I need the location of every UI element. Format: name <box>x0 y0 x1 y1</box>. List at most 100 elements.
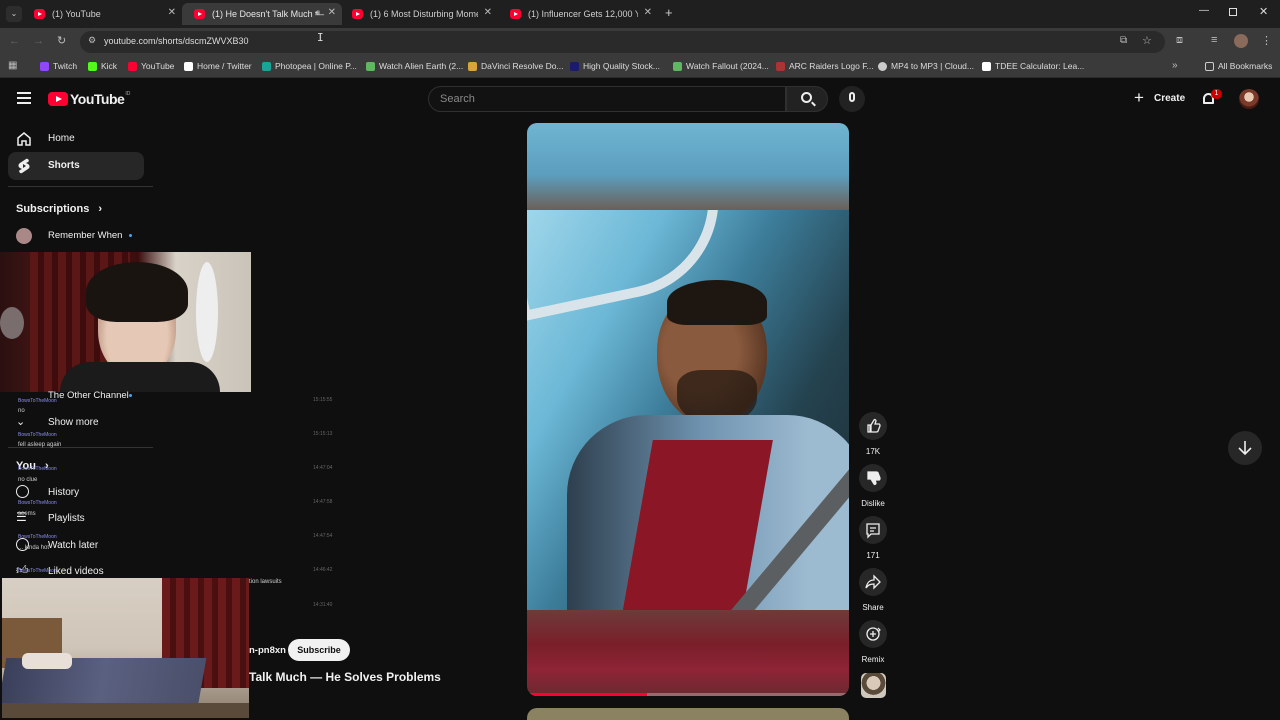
bookmark-davinci[interactable]: DaVinci Resolve Do... <box>468 61 564 71</box>
share-button[interactable] <box>859 568 887 596</box>
thumbs-down-icon <box>867 471 881 486</box>
media-controls-icon[interactable]: ≡ <box>1211 34 1217 46</box>
bookmarks-bar: ▦ Twitch Kick YouTube Home / Twitter Pho… <box>0 56 1280 78</box>
sidebar-item-home[interactable]: Home <box>8 125 144 153</box>
install-app-icon[interactable]: ⧉ <box>1120 35 1127 46</box>
create-button[interactable]: + Create <box>1128 87 1190 111</box>
bookmark-alien-earth[interactable]: Watch Alien Earth (2... <box>366 61 463 71</box>
all-bookmarks[interactable]: All Bookmarks <box>1205 61 1272 71</box>
bookmark-star-icon[interactable]: ☆ <box>1142 34 1152 47</box>
folder-icon <box>1205 61 1214 71</box>
notifications-button[interactable]: 1 <box>1200 89 1222 109</box>
window-close-icon[interactable]: ✕ <box>1259 5 1268 18</box>
speaker-icon[interactable]: 🔊︎ <box>315 8 320 18</box>
sidebar-item-label: Watch later <box>48 540 99 551</box>
video-blur-bottom <box>527 610 849 696</box>
chat-username: BowsToTheMoon <box>18 432 57 438</box>
close-icon[interactable]: ✕ <box>168 7 176 18</box>
short-title[interactable]: Talk Much — He Solves Problems <box>249 670 441 684</box>
search-input[interactable]: Search <box>428 86 786 112</box>
menu-kebab-icon[interactable]: ⋮ <box>1261 34 1272 47</box>
bookmark-label: Twitch <box>53 61 78 71</box>
bookmark-mp4[interactable]: MP4 to MP3 | Cloud... <box>878 61 974 71</box>
pillow <box>22 653 72 669</box>
floor <box>2 703 249 718</box>
search-placeholder: Search <box>440 93 475 105</box>
sidebar-item-shorts[interactable]: Shorts <box>8 152 144 180</box>
dislike-button[interactable] <box>859 464 887 492</box>
like-button[interactable] <box>859 412 887 440</box>
account-avatar[interactable] <box>1239 89 1259 109</box>
chat-username: BowsToTheMoon <box>18 534 57 540</box>
hamburger-menu-icon[interactable] <box>17 92 31 104</box>
like-count: 17K <box>865 447 881 456</box>
history-icon <box>16 485 29 498</box>
subscriptions-heading[interactable]: Subscriptions › <box>16 203 102 215</box>
dislike-label: Dislike <box>861 499 885 508</box>
close-icon[interactable]: ✕ <box>484 7 492 18</box>
apps-grid-icon[interactable]: ▦ <box>8 60 17 71</box>
video-progress-fill <box>527 693 647 696</box>
profile-avatar-icon[interactable] <box>1234 34 1248 48</box>
bookmark-arc-raiders[interactable]: ARC Raiders Logo F... <box>776 61 874 71</box>
restore-icon[interactable] <box>1229 8 1237 16</box>
short-channel-name[interactable]: n-pn8xn <box>249 645 286 656</box>
forward-icon[interactable]: → <box>33 35 44 47</box>
chat-message: tion lawsuits <box>249 579 282 585</box>
tab-youtube-home[interactable]: (1) YouTube ✕ <box>22 3 182 25</box>
remix-label: Remix <box>861 655 885 664</box>
sidebar-item-label: Show more <box>48 417 99 428</box>
back-icon[interactable]: ← <box>9 35 20 47</box>
tab-current-video[interactable]: (1) He Doesn't Talk Much — 🔊︎ ✕ <box>182 3 342 25</box>
tab-search-icon[interactable]: ⌄ <box>6 6 22 22</box>
site-info-icon[interactable]: ⚙ <box>88 35 96 46</box>
subscriptions-label: Subscriptions <box>16 203 90 215</box>
comment-count: 171 <box>866 551 880 560</box>
sidebar-item-playlists[interactable]: ☰ Playlists <box>8 505 144 533</box>
tdee-icon <box>982 61 991 71</box>
home-icon <box>16 131 32 147</box>
bookmark-fallout[interactable]: Watch Fallout (2024... <box>673 61 769 71</box>
bookmark-kick[interactable]: Kick <box>88 61 117 71</box>
address-bar[interactable]: ⚙ youtube.com/shorts/dscmZWVXB30 ⧉ ☆ <box>80 31 1165 53</box>
next-short-preview[interactable] <box>527 708 849 720</box>
bookmark-photopea[interactable]: Photopea | Online P... <box>262 61 357 71</box>
tab-title: (1) Influencer Gets 12,000 Years <box>528 9 638 19</box>
short-video-player[interactable] <box>527 123 849 696</box>
text-cursor-icon: I <box>317 31 324 44</box>
remix-button[interactable] <box>859 620 887 648</box>
bookmark-label: ARC Raiders Logo F... <box>789 61 874 71</box>
search-button[interactable] <box>786 86 828 112</box>
tab-disturbing-moments[interactable]: (1) 6 Most Disturbing Moments ✕ <box>340 3 498 25</box>
youtube-logo[interactable]: YouTube ID <box>48 91 130 107</box>
close-icon[interactable]: ✕ <box>644 7 652 18</box>
youtube-favicon-icon <box>352 9 363 19</box>
bookmark-youtube[interactable]: YouTube <box>128 61 174 71</box>
x-icon <box>184 61 193 71</box>
minimize-icon[interactable]: — <box>1199 5 1209 16</box>
share-icon <box>865 574 881 590</box>
bookmark-tdee[interactable]: TDEE Calculator: Lea... <box>982 61 1084 71</box>
reload-icon[interactable]: ↻ <box>57 34 66 47</box>
chat-timestamp: 14:31:40 <box>313 602 333 608</box>
man-hair <box>667 280 767 325</box>
subscribe-button[interactable]: Subscribe <box>288 639 350 661</box>
bookmark-twitch[interactable]: Twitch <box>40 61 77 71</box>
extensions-icon[interactable]: ⧈ <box>1176 34 1183 47</box>
next-short-button[interactable] <box>1228 431 1262 465</box>
new-tab-icon[interactable]: + <box>665 5 673 20</box>
chevron-down-icon: ⌄ <box>16 416 26 428</box>
comments-button[interactable] <box>859 516 887 544</box>
bookmark-twitter[interactable]: Home / Twitter <box>184 61 252 71</box>
more-bookmarks-icon[interactable]: » <box>1172 60 1178 71</box>
tab-influencer[interactable]: (1) Influencer Gets 12,000 Years ✕ <box>498 3 658 25</box>
browser-toolbar: ← → ↻ ⚙ youtube.com/shorts/dscmZWVXB30 ⧉… <box>0 28 1280 56</box>
sidebar-channel-remember-when[interactable]: Remember When <box>8 222 144 250</box>
chat-username: BowsToTheMoon <box>18 500 57 506</box>
bookmark-stock[interactable]: High Quality Stock... <box>570 61 660 71</box>
sound-thumbnail[interactable] <box>861 673 886 698</box>
voice-search-button[interactable] <box>839 86 865 112</box>
sidebar-channel-the-other-channel[interactable]: The Other Channel <box>8 382 144 410</box>
close-icon[interactable]: ✕ <box>328 7 336 18</box>
chat-message: seems <box>18 511 36 517</box>
